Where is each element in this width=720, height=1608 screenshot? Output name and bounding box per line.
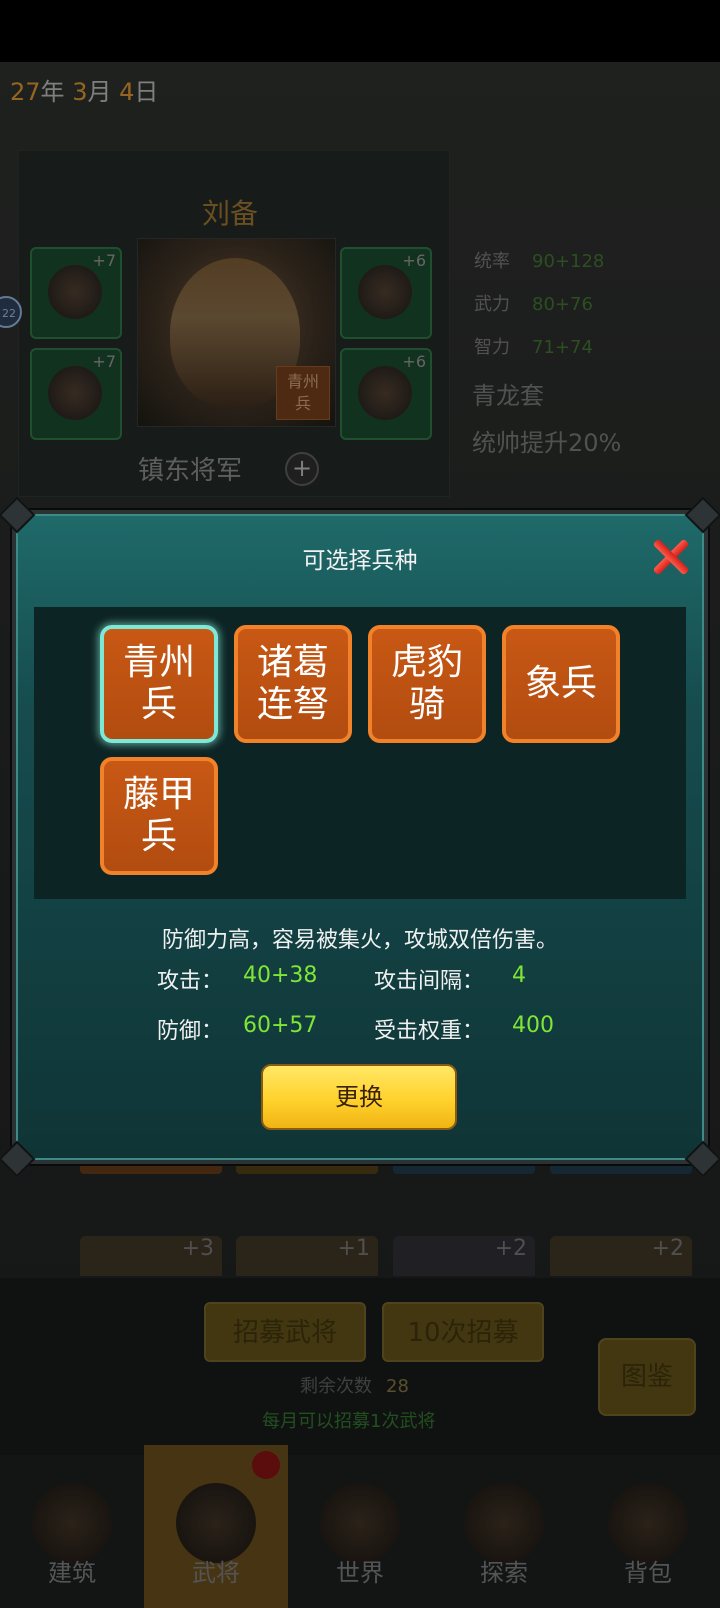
troop-option-line: 连弩: [256, 684, 329, 725]
defense-value-text: 60+57: [243, 1013, 318, 1038]
troop-option-qingzhou[interactable]: 青州兵: [100, 625, 218, 743]
troop-option-line: 青州: [122, 642, 195, 683]
troop-description: 防御力高，容易被集火，攻城双倍伤害。: [161, 928, 558, 953]
troop-option-rattan-armor[interactable]: 藤甲兵: [100, 757, 218, 875]
attack-interval-label: 攻击间隔：: [374, 969, 485, 994]
troop-option-line: 骑: [408, 684, 445, 725]
close-icon[interactable]: [652, 538, 690, 576]
troop-option-line: 象兵: [524, 663, 597, 704]
attack-label: 攻击：: [157, 969, 224, 994]
defense-label: 防御：: [157, 1019, 224, 1044]
defense-value: 60+57: [243, 1013, 317, 1038]
hit-weight-value: 400: [512, 1013, 554, 1038]
hit-weight-value-text: 400: [512, 1013, 554, 1038]
troop-option-line: 兵: [140, 684, 177, 725]
hit-weight-label: 受击权重：: [374, 1019, 485, 1044]
troop-option-line: 诸葛: [256, 642, 329, 683]
troop-option-line: 虎豹: [390, 642, 463, 683]
troop-option-tiger-leopard-cavalry[interactable]: 虎豹骑: [368, 625, 486, 743]
attack-value-text: 40+38: [243, 963, 318, 988]
troop-option-zhuge-crossbow[interactable]: 诸葛 连弩: [234, 625, 352, 743]
attack-interval-value-text: 4: [512, 963, 526, 988]
troop-option-line: 兵: [140, 816, 177, 857]
attack-interval-value: 4: [512, 963, 526, 988]
change-troop-button[interactable]: 更换: [261, 1064, 457, 1130]
dialog-title: 可选择兵种: [302, 548, 418, 574]
troop-option-line: 藤甲: [122, 774, 195, 815]
attack-value: 40+38: [243, 963, 317, 988]
troop-option-elephant[interactable]: 象兵: [502, 625, 620, 743]
